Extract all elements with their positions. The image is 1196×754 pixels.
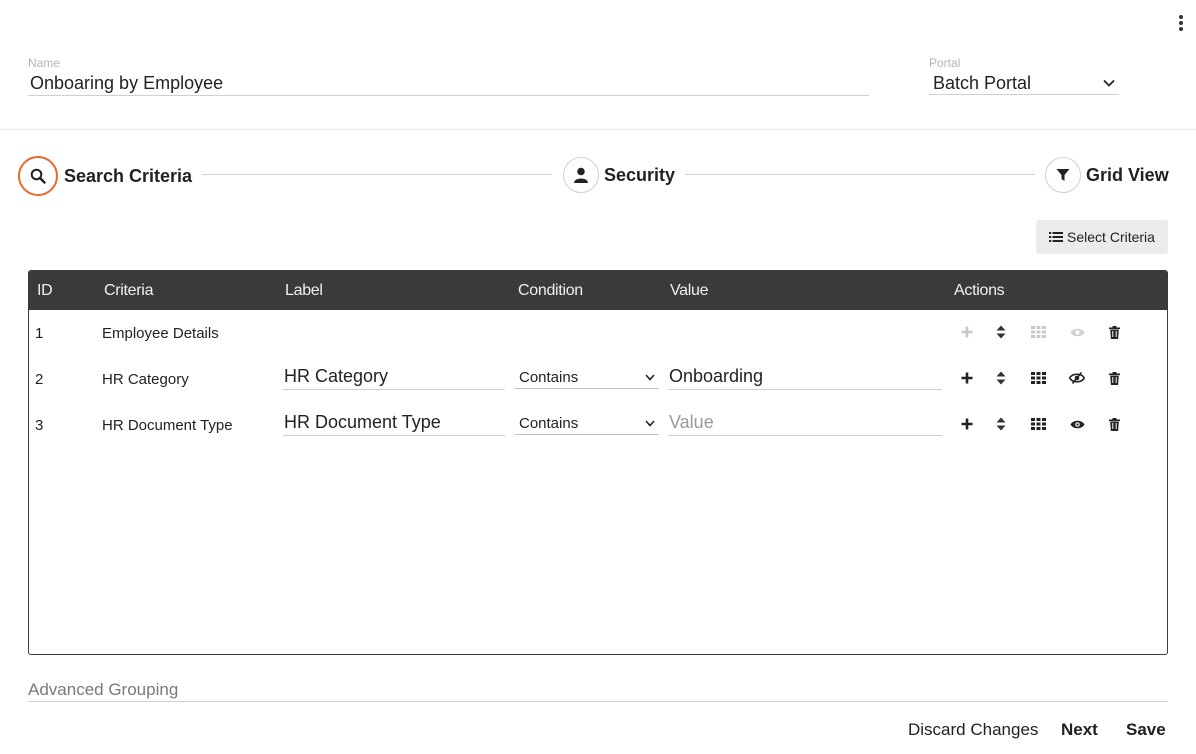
- advanced-grouping-divider: [28, 701, 1168, 702]
- column-header-criteria: Criteria: [104, 282, 154, 299]
- chevron-down-icon: [645, 374, 655, 381]
- step-label: Security: [604, 164, 676, 185]
- table-row: 2 HR Category Contains: [29, 356, 1167, 402]
- next-button[interactable]: Next: [1061, 720, 1098, 740]
- more-options-icon[interactable]: [1172, 12, 1190, 34]
- add-icon[interactable]: [957, 368, 977, 388]
- step-security[interactable]: Security: [563, 157, 675, 193]
- label-input[interactable]: [283, 410, 505, 436]
- step-label: Search Criteria: [64, 165, 193, 186]
- row-criteria: Employee Details: [102, 325, 219, 342]
- grid-header: ID Criteria Label Condition Value Action…: [29, 271, 1167, 310]
- row-criteria: HR Category: [102, 371, 189, 388]
- grid-icon[interactable]: [1028, 414, 1048, 434]
- label-input[interactable]: [283, 364, 505, 390]
- row-id: 1: [35, 325, 44, 342]
- trash-icon[interactable]: [1104, 414, 1124, 434]
- criteria-grid: ID Criteria Label Condition Value Action…: [28, 270, 1168, 655]
- select-criteria-button[interactable]: Select Criteria: [1036, 220, 1168, 254]
- grid-icon[interactable]: [1028, 322, 1048, 342]
- add-icon[interactable]: [957, 414, 977, 434]
- header-divider: [0, 129, 1196, 130]
- row-id: 2: [35, 371, 44, 388]
- table-row: 1 Employee Details: [29, 310, 1167, 356]
- condition-select-value: Contains: [519, 369, 579, 386]
- eye-slash-icon[interactable]: [1067, 368, 1087, 388]
- grid-icon[interactable]: [1028, 368, 1048, 388]
- sort-icon[interactable]: [991, 322, 1011, 342]
- value-input[interactable]: [668, 410, 942, 436]
- column-header-id: ID: [37, 282, 53, 299]
- value-input[interactable]: [668, 364, 942, 390]
- column-header-label: Label: [285, 282, 323, 299]
- advanced-grouping-label[interactable]: Advanced Grouping: [28, 680, 178, 700]
- condition-select[interactable]: Contains: [515, 367, 659, 389]
- discard-changes-button[interactable]: Discard Changes: [908, 720, 1038, 740]
- portal-caption: Portal: [929, 56, 961, 70]
- search-icon: [18, 156, 58, 196]
- list-icon: [1049, 232, 1064, 242]
- sort-icon[interactable]: [991, 414, 1011, 434]
- condition-select-value: Contains: [519, 415, 579, 432]
- step-grid-view[interactable]: Grid View: [1045, 157, 1169, 193]
- name-input[interactable]: [28, 72, 869, 96]
- trash-icon[interactable]: [1104, 368, 1124, 388]
- chevron-down-icon: [1103, 79, 1115, 87]
- condition-select[interactable]: Contains: [515, 413, 659, 435]
- column-header-condition: Condition: [518, 282, 583, 299]
- table-row: 3 HR Document Type Contains: [29, 402, 1167, 448]
- step-label: Grid View: [1086, 164, 1169, 185]
- add-icon[interactable]: [957, 322, 977, 342]
- row-criteria: HR Document Type: [102, 417, 233, 434]
- step-search-criteria[interactable]: Search Criteria: [18, 156, 192, 196]
- step-connector: [202, 174, 552, 175]
- trash-icon[interactable]: [1104, 322, 1124, 342]
- eye-icon[interactable]: [1067, 322, 1087, 342]
- eye-icon[interactable]: [1067, 414, 1087, 434]
- user-icon: [563, 157, 599, 193]
- portal-select-value: Batch Portal: [933, 72, 1032, 93]
- sort-icon[interactable]: [991, 368, 1011, 388]
- chevron-down-icon: [645, 420, 655, 427]
- row-id: 3: [35, 417, 44, 434]
- select-criteria-label: Select Criteria: [1067, 229, 1155, 245]
- step-connector: [685, 174, 1035, 175]
- filter-icon: [1045, 157, 1081, 193]
- column-header-value: Value: [670, 282, 709, 299]
- name-caption: Name: [28, 56, 61, 70]
- portal-select[interactable]: Batch Portal: [929, 72, 1119, 95]
- column-header-actions: Actions: [954, 282, 1005, 299]
- save-button[interactable]: Save: [1126, 720, 1166, 740]
